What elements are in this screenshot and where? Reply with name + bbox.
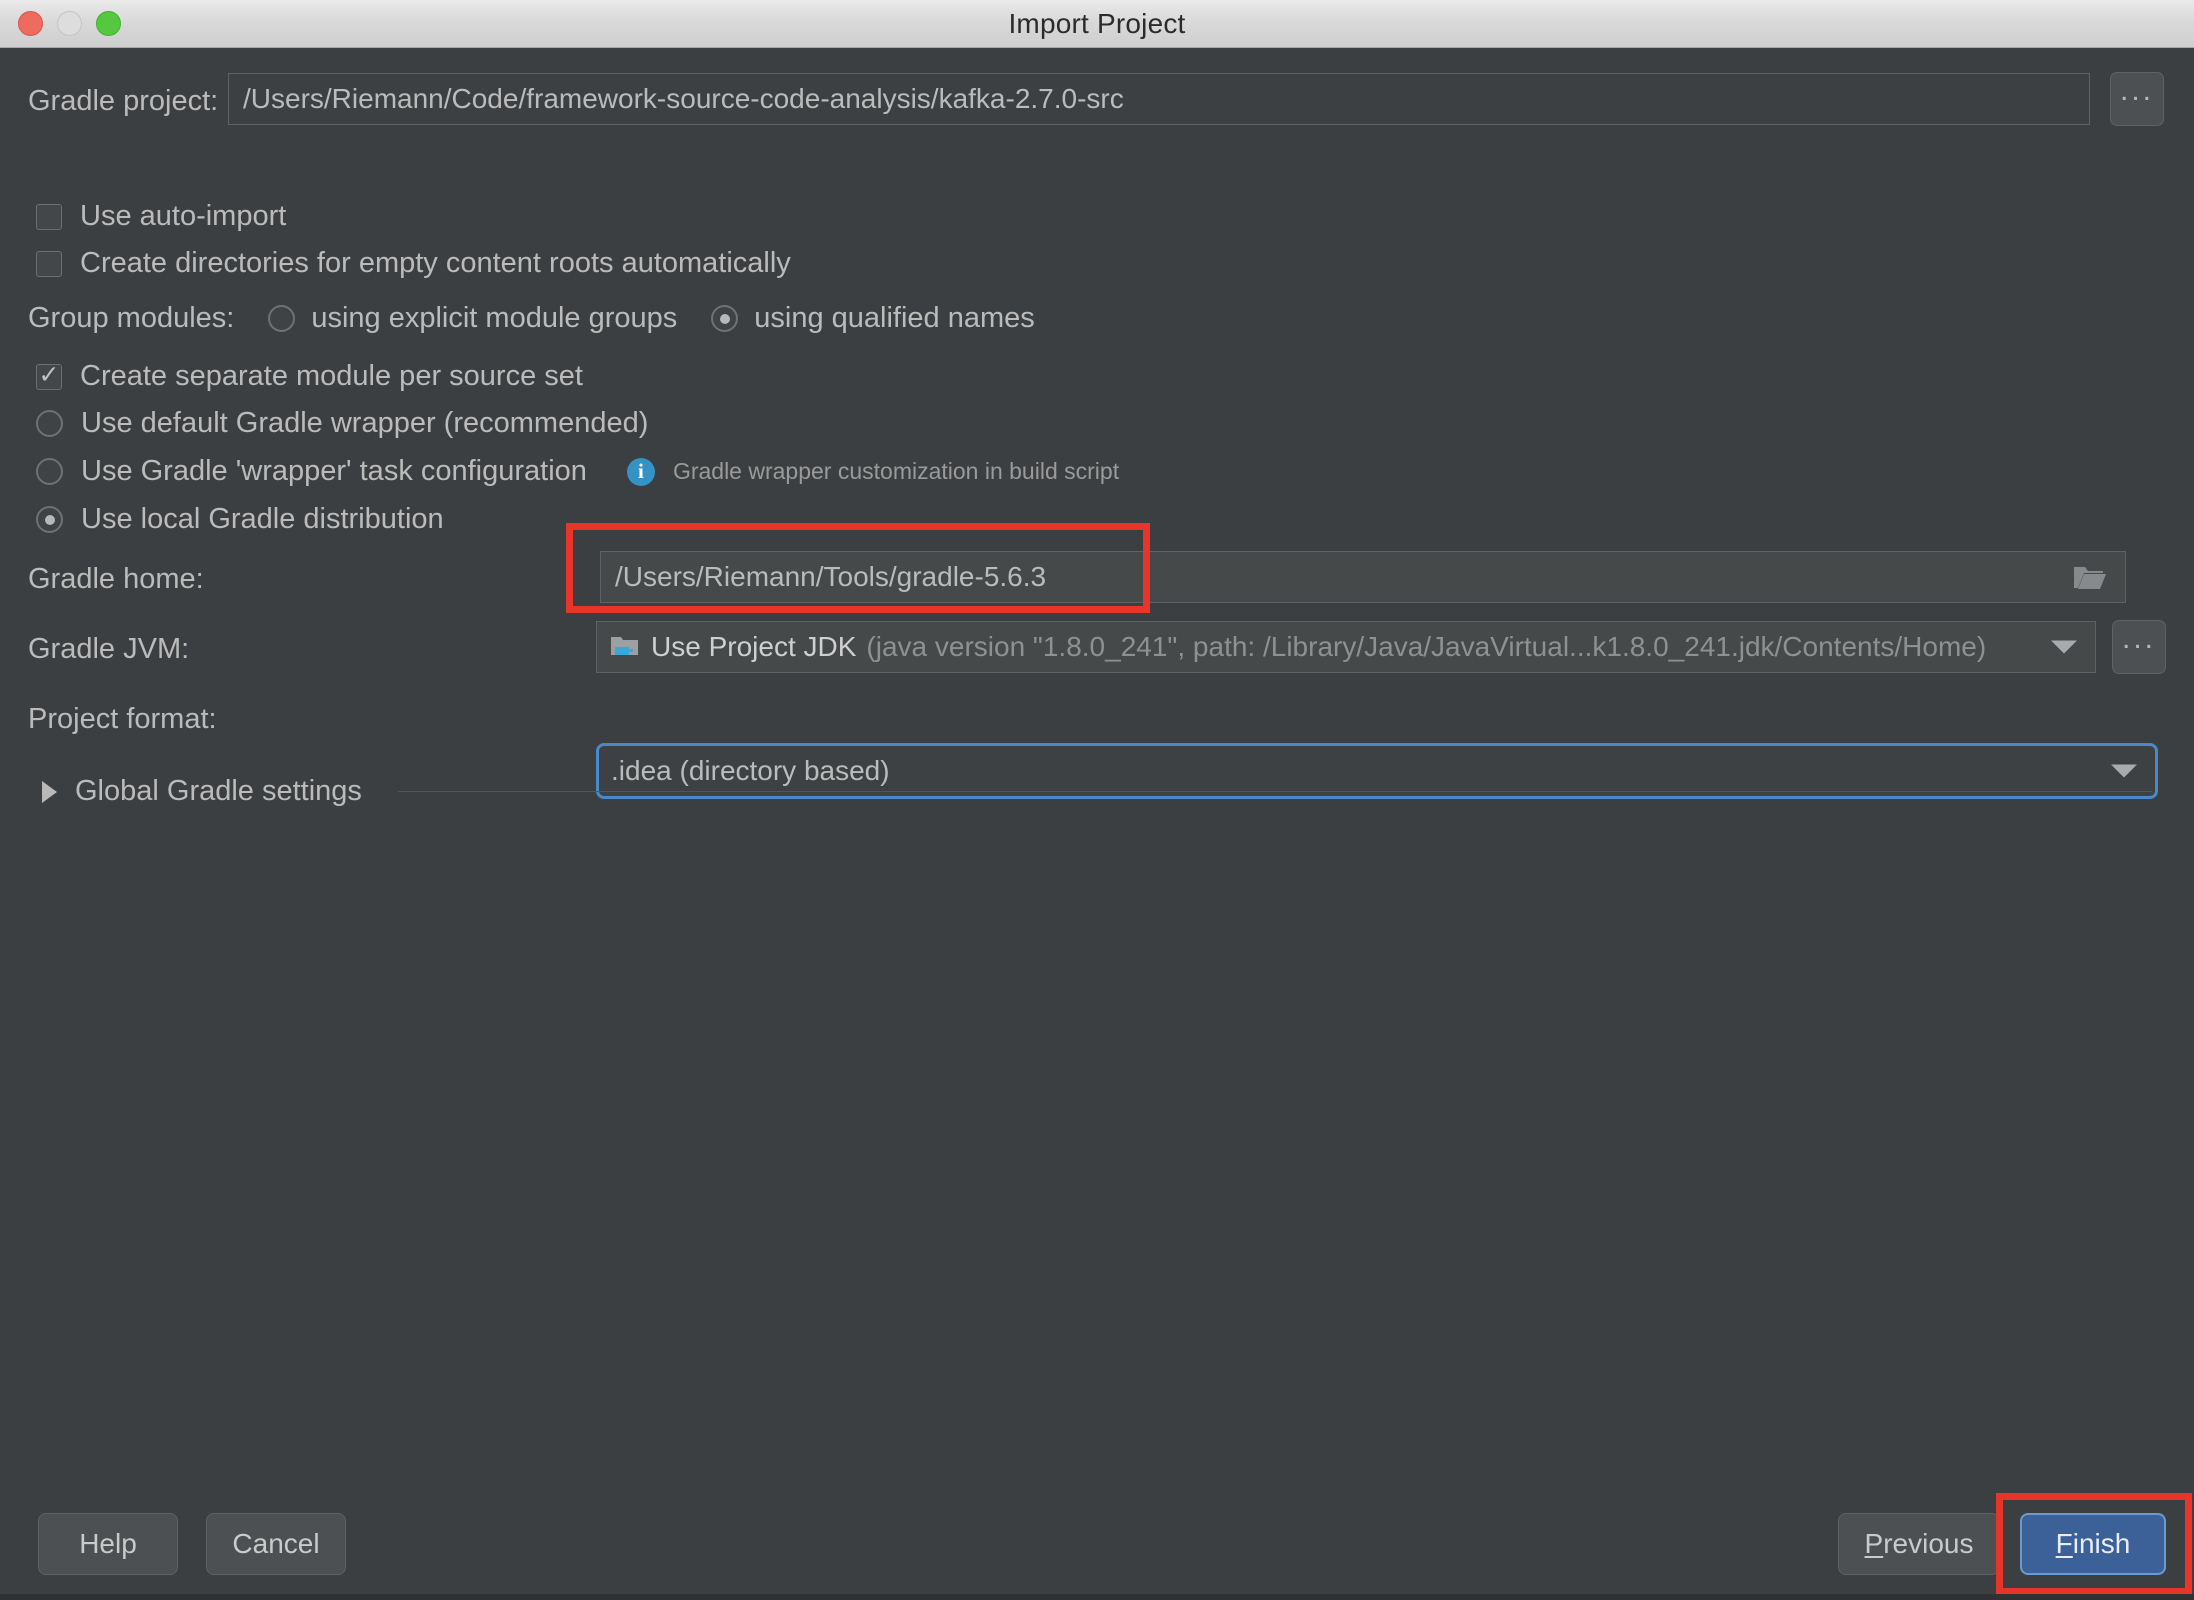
section-divider [397,791,2152,792]
create-separate-module-checkbox[interactable]: ✓ Create separate module per source set [36,360,583,393]
group-modules-label: Group modules: [28,302,235,334]
previous-button[interactable]: Previous [1838,1513,2000,1575]
window-title: Import Project [1008,8,1186,39]
gradle-project-label: Gradle project: [28,85,219,117]
gradle-jvm-combobox[interactable]: Use Project JDK (java version "1.8.0_241… [596,621,2096,673]
create-directories-label: Create directories for empty content roo… [80,247,791,279]
chevron-right-icon[interactable] [42,780,57,803]
finish-button-label: Finish [2055,1528,2131,1559]
gradle-jvm-value-main: Use Project JDK [651,631,857,662]
import-project-dialog: Gradle project: /Users/Riemann/Code/fram… [0,48,2194,1600]
global-gradle-settings-expander[interactable]: Global Gradle settings [42,775,2152,808]
gradle-project-browse-button[interactable]: ... [2110,72,2164,126]
wrapper-customization-hint: Gradle wrapper customization in build sc… [672,458,1120,484]
jdk-folder-icon [609,633,641,661]
group-modules-explicit-label: using explicit module groups [311,302,678,334]
window-bottom-edge [0,1594,2194,1600]
checkbox-box[interactable]: ✓ [36,362,62,390]
group-modules-option-qualified[interactable]: using qualified names [711,302,1035,335]
create-separate-module-label: Create separate module per source set [80,360,583,392]
gradle-project-value: /Users/Riemann/Code/framework-source-cod… [243,83,1124,114]
previous-button-label: Previous [1864,1528,1974,1559]
dialog-button-bar: Help Cancel Previous Finish [0,1488,2194,1600]
group-modules-row: Group modules: using explicit module gro… [28,302,1035,335]
finish-button[interactable]: Finish [2020,1513,2166,1575]
use-local-distribution-label: Use local Gradle distribution [81,503,444,535]
radio-circle[interactable] [36,410,63,437]
group-modules-option-explicit[interactable]: using explicit module groups [268,302,677,335]
project-format-label: Project format: [28,703,217,735]
gradle-project-input[interactable]: /Users/Riemann/Code/framework-source-cod… [228,73,2090,125]
ellipsis-icon: ... [2121,622,2156,655]
gradle-home-label: Gradle home: [28,563,204,595]
gradle-jvm-browse-button[interactable]: ... [2112,620,2166,674]
ellipsis-icon: ... [2119,74,2154,107]
use-auto-import-label: Use auto-import [80,200,287,232]
radio-use-local-distribution[interactable]: Use local Gradle distribution [36,503,444,536]
radio-circle[interactable] [36,506,63,533]
gradle-jvm-label: Gradle JVM: [28,633,190,665]
use-default-wrapper-label: Use default Gradle wrapper (recommended) [81,407,649,439]
gradle-home-value: /Users/Riemann/Tools/gradle-5.6.3 [615,561,1047,592]
radio-circle[interactable] [268,305,296,332]
dialog-content: Gradle project: /Users/Riemann/Code/fram… [0,48,2194,1488]
radio-use-wrapper-task[interactable]: Use Gradle 'wrapper' task configuration … [36,455,1119,488]
checkbox-box[interactable] [36,203,62,230]
radio-circle[interactable] [711,305,739,332]
checkbox-box[interactable] [36,250,62,277]
radio-use-default-wrapper[interactable]: Use default Gradle wrapper (recommended) [36,407,648,440]
group-modules-qualified-label: using qualified names [754,302,1035,334]
chevron-down-icon[interactable] [2051,640,2077,654]
radio-circle[interactable] [36,458,63,485]
use-auto-import-checkbox[interactable]: Use auto-import [36,200,286,233]
help-button[interactable]: Help [38,1513,178,1575]
use-wrapper-task-label: Use Gradle 'wrapper' task configuration [81,455,587,487]
create-directories-checkbox[interactable]: Create directories for empty content roo… [36,247,791,280]
cancel-button[interactable]: Cancel [206,1513,346,1575]
info-icon[interactable]: i [626,457,655,486]
window-titlebar: Import Project [0,0,2194,48]
folder-icon[interactable] [2073,564,2107,590]
gradle-jvm-value-detail: (java version "1.8.0_241", path: /Librar… [866,631,1987,662]
global-gradle-settings-label: Global Gradle settings [75,775,362,807]
gradle-home-input[interactable]: /Users/Riemann/Tools/gradle-5.6.3 [600,551,2126,603]
